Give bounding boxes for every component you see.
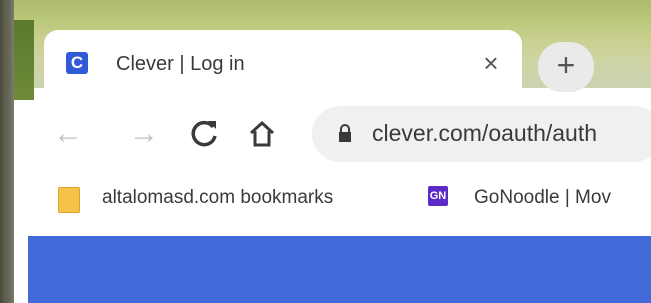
url-text[interactable]: clever.com/oauth/auth [372, 118, 597, 148]
gonoodle-icon: GN [428, 186, 448, 206]
close-tab-icon[interactable]: × [478, 50, 504, 76]
clever-favicon-icon: C [66, 52, 88, 74]
lock-icon[interactable] [338, 123, 352, 143]
new-tab-button[interactable]: + [538, 42, 594, 92]
back-arrow-icon[interactable]: ← [50, 116, 86, 152]
forward-arrow-icon[interactable]: → [126, 116, 162, 152]
bookmark-altalomasd[interactable]: altalomasd.com bookmarks [102, 186, 333, 210]
tab-title: Clever | Log in [116, 53, 245, 75]
reload-icon[interactable] [186, 116, 222, 152]
page-margin [14, 232, 28, 303]
folder-icon [58, 187, 80, 213]
frame-corner [14, 20, 34, 100]
bookmark-gonoodle[interactable]: GoNoodle | Mov [474, 186, 611, 210]
window-edge [0, 0, 14, 303]
page-content-header [28, 236, 651, 303]
home-icon[interactable] [244, 116, 280, 152]
